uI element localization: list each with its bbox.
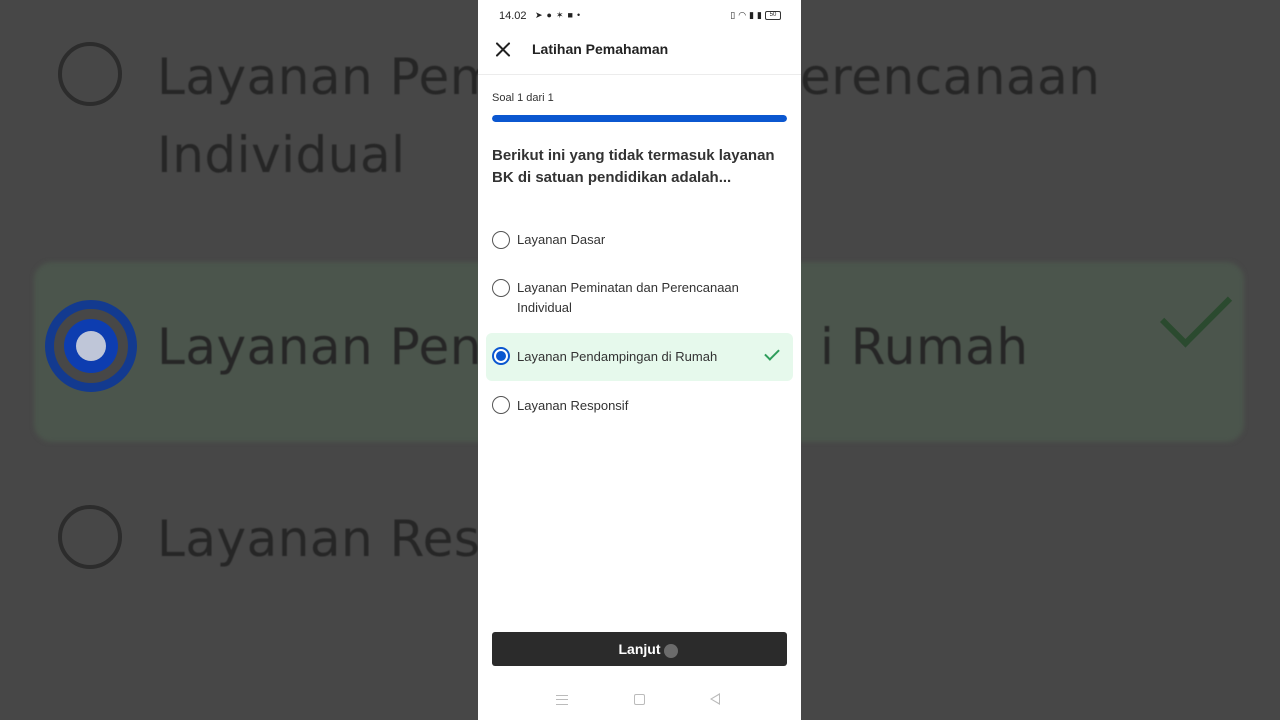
wifi-icon: ◠ <box>738 10 750 20</box>
question-text: Berikut ini yang tidak termasuk layanan … <box>492 147 775 186</box>
app-icon: ✶ <box>555 10 568 20</box>
option-label: Layanan Dasar <box>517 232 606 247</box>
status-left-icons: ➤●✶■• <box>535 10 584 21</box>
option-label: Layanan Responsif <box>517 398 629 413</box>
bg-radio-selected-icon <box>45 300 137 392</box>
battery-icon: 50 <box>765 11 781 21</box>
app-icon: ■ <box>567 10 577 20</box>
signal-icon: ▮ <box>757 10 765 20</box>
phone-screen: 14.02 ➤●✶■• ▯◠▮▮ 50 Latihan Pemahaman Soa… <box>478 0 801 720</box>
progress-bar <box>492 115 787 122</box>
option-label: Layanan Pendampingan di Rumah <box>517 349 718 364</box>
home-icon[interactable] <box>634 694 645 705</box>
bg-text: Layanan Pen <box>157 318 482 376</box>
radio-selected-icon[interactable] <box>492 347 510 365</box>
radio-icon[interactable] <box>492 279 510 297</box>
bg-text: Individual <box>157 126 406 184</box>
signal-icon: ▮ <box>749 10 758 20</box>
progress-label: Soal 1 dari 1 <box>492 92 554 104</box>
bg-text: Layanan Res <box>157 510 481 568</box>
telegram-icon: ➤ <box>535 10 547 20</box>
option-layanan-peminatan[interactable]: Layanan Peminatan dan Perencanaan Indivi… <box>486 278 793 320</box>
progress-fill <box>492 115 787 122</box>
menu-icon[interactable] <box>556 695 568 705</box>
radio-icon[interactable] <box>492 231 510 249</box>
radio-icon[interactable] <box>492 396 510 414</box>
bg-radio-icon <box>58 505 122 569</box>
status-bar: 14.02 ➤●✶■• ▯◠▮▮ 50 <box>478 0 801 32</box>
status-time: 14.02 <box>499 10 527 22</box>
touch-indicator <box>664 644 678 658</box>
bg-radio-icon <box>58 42 122 106</box>
option-layanan-pendampingan[interactable]: Layanan Pendampingan di Rumah <box>486 333 793 381</box>
app-bar: Latihan Pemahaman <box>478 32 801 75</box>
check-icon <box>764 345 780 361</box>
bg-text: i Rumah <box>820 318 1029 376</box>
option-label: Layanan Peminatan dan Perencanaan Indivi… <box>517 280 739 315</box>
option-layanan-responsif[interactable]: Layanan Responsif <box>486 395 793 417</box>
option-layanan-dasar[interactable]: Layanan Dasar <box>486 229 793 251</box>
next-button[interactable]: Lanjut <box>492 632 787 666</box>
incognito-icon: ● <box>546 10 556 20</box>
bg-text: erencanaan <box>800 48 1101 106</box>
close-icon[interactable] <box>494 40 512 58</box>
system-nav-bar <box>478 688 801 712</box>
back-icon[interactable] <box>710 693 720 705</box>
page-title: Latihan Pemahaman <box>532 41 669 57</box>
status-right-icons: ▯◠▮▮ 50 <box>730 10 781 21</box>
dot-icon: • <box>576 10 585 20</box>
bg-text: Layanan Pem <box>157 48 499 106</box>
